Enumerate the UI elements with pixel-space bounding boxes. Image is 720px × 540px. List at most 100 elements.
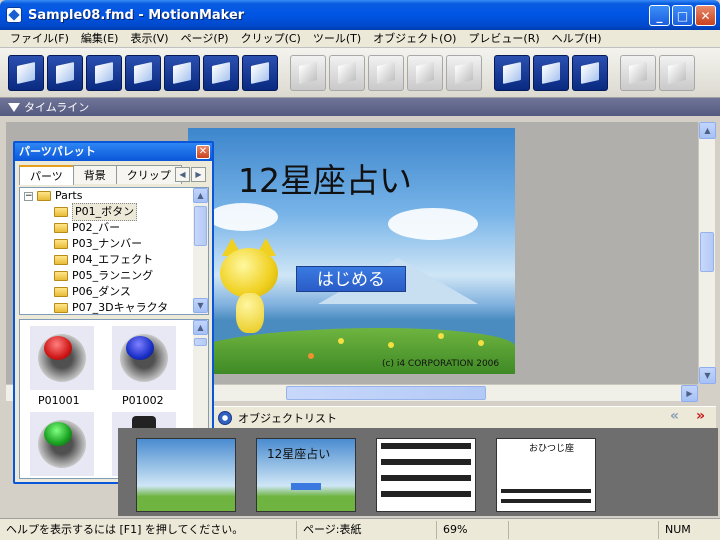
thumbs-scroll-thumb[interactable] xyxy=(194,338,207,346)
move-tool-button[interactable] xyxy=(329,54,365,91)
tab-scroll-left-icon[interactable]: ◀ xyxy=(175,167,190,182)
tree-scroll-thumb[interactable] xyxy=(194,206,207,246)
flower xyxy=(338,338,344,344)
status-empty xyxy=(508,520,658,539)
skew-tool-button[interactable] xyxy=(446,54,482,91)
tab-background[interactable]: 背景 xyxy=(72,165,117,184)
part-thumb-green-button[interactable] xyxy=(30,412,94,476)
close-button[interactable]: ✕ xyxy=(695,5,716,26)
zoom-out-button[interactable] xyxy=(533,54,569,91)
tree-item[interactable]: P03_ナンバー xyxy=(20,236,208,252)
export-swf-button[interactable] xyxy=(125,54,161,91)
open-file-button[interactable] xyxy=(47,54,83,91)
resize-tool-button[interactable] xyxy=(368,54,404,91)
timeline-label: タイムライン xyxy=(24,101,90,114)
collapse-triangle-icon[interactable] xyxy=(8,102,20,112)
maximize-button[interactable]: □ xyxy=(672,5,693,26)
menu-bar: ファイル(F) 編集(E) 表示(V) ページ(P) クリップ(C) ツール(T… xyxy=(0,30,720,48)
menu-tool[interactable]: ツール(T) xyxy=(307,30,367,48)
title-bar: Sample08.fmd - MotionMaker _ □ ✕ xyxy=(0,0,720,30)
part-label: P01001 xyxy=(38,394,80,407)
page-thumb[interactable] xyxy=(136,438,236,512)
menu-page[interactable]: ページ(P) xyxy=(175,30,235,48)
tree-item[interactable]: P01_ボタン xyxy=(20,203,208,221)
object-list-tab[interactable]: オブジェクトリスト xyxy=(238,410,337,426)
folder-icon xyxy=(54,223,68,233)
collapse-icon[interactable]: − xyxy=(24,191,33,201)
menu-file[interactable]: ファイル(F) xyxy=(4,30,75,48)
tab-clip[interactable]: クリップ xyxy=(115,165,182,184)
object-list-icon xyxy=(218,410,232,425)
pen-tool-button[interactable] xyxy=(290,54,326,91)
effect-tool-button[interactable] xyxy=(620,54,656,91)
horizontal-scroll-thumb[interactable] xyxy=(286,386,486,400)
save-file-button[interactable] xyxy=(86,54,122,91)
scroll-up-icon[interactable]: ▲ xyxy=(193,320,208,335)
part-thumb-blue-button[interactable] xyxy=(112,326,176,390)
page-thumb-title: おひつじ座 xyxy=(529,444,575,454)
page-thumb[interactable]: おひつじ座 xyxy=(496,438,596,512)
folder-icon xyxy=(54,239,68,249)
status-page: ページ:表紙 xyxy=(296,520,436,539)
tree-item[interactable]: P02_バー xyxy=(20,220,208,236)
menu-edit[interactable]: 編集(E) xyxy=(75,30,125,48)
flower xyxy=(388,342,394,348)
menu-preview[interactable]: プレビュー(R) xyxy=(462,30,545,48)
folder-icon xyxy=(54,287,68,297)
mini-row xyxy=(501,489,591,493)
stage-preview[interactable]: 12星座占い はじめる (c) i4 CORPORATION 2006 xyxy=(188,128,515,374)
start-button[interactable]: はじめる xyxy=(296,266,406,292)
canvas-vertical-scrollbar[interactable]: ▲ ▼ xyxy=(698,122,716,384)
scroll-up-icon[interactable]: ▲ xyxy=(193,188,208,203)
zoom-in-button[interactable] xyxy=(494,54,530,91)
scroll-up-icon[interactable]: ▲ xyxy=(699,122,716,139)
menu-clip[interactable]: クリップ(C) xyxy=(235,30,307,48)
part-thumb-red-button[interactable] xyxy=(30,326,94,390)
menu-object[interactable]: オブジェクト(O) xyxy=(367,30,462,48)
page-thumb[interactable]: 12星座占い xyxy=(256,438,356,512)
status-help-text: ヘルプを表示するには [F1] を押してください。 xyxy=(6,522,244,536)
scroll-down-icon[interactable]: ▼ xyxy=(193,298,208,313)
tree-item[interactable]: P06_ダンス xyxy=(20,284,208,300)
status-num: NUM xyxy=(658,520,708,539)
chevron-left-icon[interactable]: « xyxy=(670,408,679,424)
window-title: Sample08.fmd - MotionMaker xyxy=(28,7,245,23)
cat-body xyxy=(236,293,264,333)
menu-view[interactable]: 表示(V) xyxy=(124,30,174,48)
parts-tree[interactable]: − Parts P01_ボタン P02_バー P03_ナンバー P04_エフェク… xyxy=(19,187,209,315)
page-thumbnails[interactable]: 12星座占い おひつじ座 xyxy=(118,428,718,516)
preview-button[interactable] xyxy=(164,54,200,91)
tree-item[interactable]: P04_エフェクト xyxy=(20,252,208,268)
preview-clip-button[interactable] xyxy=(242,54,278,91)
menu-help[interactable]: ヘルプ(H) xyxy=(546,30,608,48)
scroll-down-icon[interactable]: ▼ xyxy=(699,367,716,384)
tab-scroll-right-icon[interactable]: ▶ xyxy=(191,167,206,182)
minimize-button[interactable]: _ xyxy=(649,5,670,26)
preview-page-button[interactable] xyxy=(203,54,239,91)
object-tool-button[interactable] xyxy=(659,54,695,91)
cloud xyxy=(208,203,278,231)
tab-parts[interactable]: パーツ xyxy=(19,165,74,185)
button-cap xyxy=(126,336,154,360)
folder-icon xyxy=(54,303,68,313)
page-thumb[interactable] xyxy=(376,438,476,512)
palette-title-bar[interactable]: パーツパレット ✕ xyxy=(15,143,212,161)
mini-row xyxy=(381,459,471,465)
vertical-scroll-thumb[interactable] xyxy=(700,232,714,272)
rotate-tool-button[interactable] xyxy=(407,54,443,91)
scroll-right-icon[interactable]: ▶ xyxy=(681,385,698,402)
tree-item[interactable]: P05_ランニング xyxy=(20,268,208,284)
tree-item[interactable]: P07_3Dキャラクタ xyxy=(20,300,208,314)
palette-close-icon[interactable]: ✕ xyxy=(196,145,210,159)
chevron-right-icon[interactable]: » xyxy=(696,408,705,424)
tree-root[interactable]: − Parts xyxy=(20,188,208,204)
object-list-tab-bar: オブジェクトリスト « » xyxy=(214,406,716,428)
timeline-bar[interactable]: タイムライン xyxy=(0,98,720,116)
app-icon[interactable] xyxy=(6,7,22,23)
palette-title: パーツパレット xyxy=(19,145,96,158)
status-zoom: 69% xyxy=(436,520,508,539)
zoom-menu-button[interactable] xyxy=(572,54,608,91)
tree-scrollbar[interactable]: ▲ ▼ xyxy=(193,188,208,314)
new-file-button[interactable] xyxy=(8,54,44,91)
mini-row xyxy=(381,475,471,481)
